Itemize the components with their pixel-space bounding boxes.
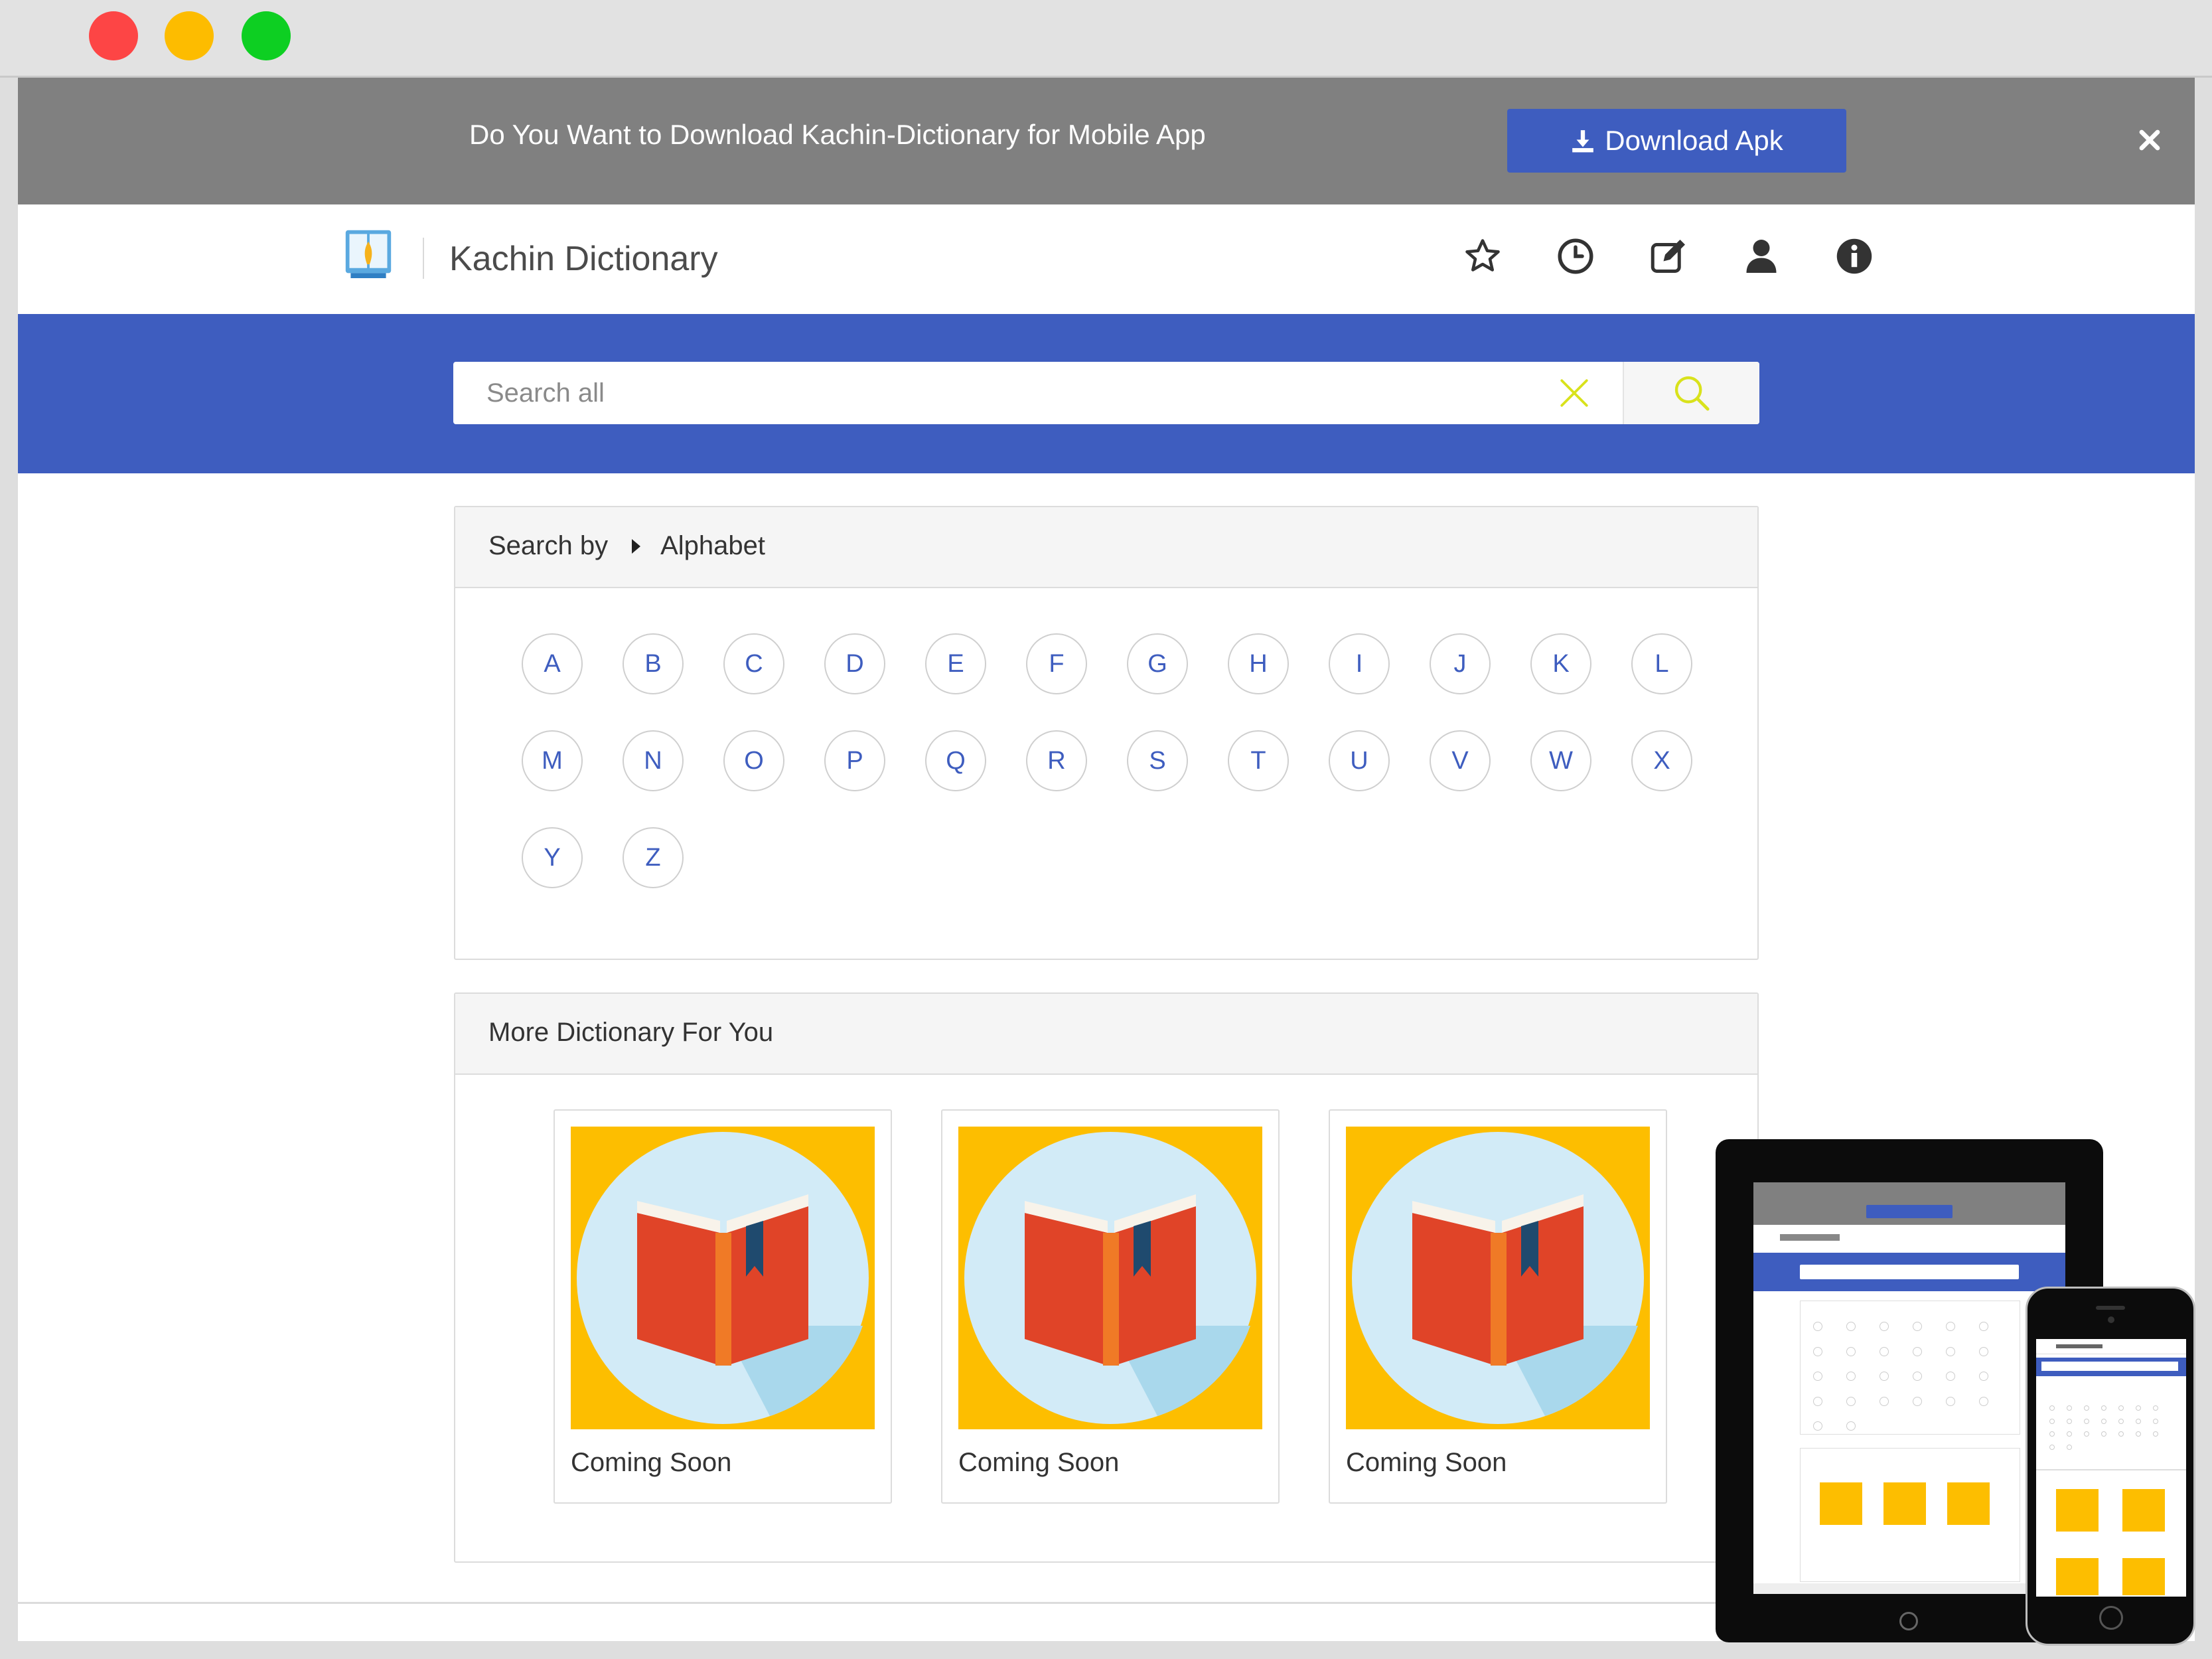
download-banner: Do You Want to Download Kachin-Dictionar…: [18, 78, 2195, 204]
edit-icon: [1651, 240, 1685, 273]
card-label: Coming Soon: [958, 1448, 1120, 1477]
letter-r-button[interactable]: R: [1026, 730, 1087, 791]
letter-n-button[interactable]: N: [623, 730, 684, 791]
letter-a-button[interactable]: A: [522, 633, 583, 694]
dictionary-card[interactable]: Coming Soon: [553, 1109, 892, 1504]
card-label: Coming Soon: [1346, 1448, 1507, 1477]
card-image[interactable]: [571, 1127, 875, 1429]
banner-message: Do You Want to Download Kachin-Dictionar…: [469, 119, 1206, 150]
breadcrumb-current: Alphabet: [660, 531, 766, 560]
more-dictionary-header: More Dictionary For You: [455, 994, 1757, 1075]
book-illustration-icon: [1346, 1127, 1650, 1429]
letter-l-button[interactable]: L: [1631, 633, 1692, 694]
window-maximize-control[interactable]: [242, 11, 291, 60]
alphabet-panel-header: Search by Alphabet: [455, 507, 1757, 588]
letter-e-button[interactable]: E: [925, 633, 986, 694]
letter-p-button[interactable]: P: [824, 730, 885, 791]
info-icon: [1836, 238, 1872, 274]
close-banner-icon[interactable]: [2134, 124, 2166, 156]
dictionary-card[interactable]: Coming Soon: [941, 1109, 1280, 1504]
letter-o-button[interactable]: O: [723, 730, 784, 791]
letter-k-button[interactable]: K: [1530, 633, 1591, 694]
edit-button[interactable]: [1649, 236, 1688, 276]
letter-g-button[interactable]: G: [1127, 633, 1188, 694]
account-button[interactable]: [1741, 236, 1781, 276]
letter-z-button[interactable]: Z: [623, 827, 684, 888]
letter-v-button[interactable]: V: [1430, 730, 1491, 791]
tablet-home-button: [1899, 1612, 1918, 1630]
letter-m-button[interactable]: M: [522, 730, 583, 791]
phone-screen-preview: [2036, 1339, 2186, 1597]
window-close-control[interactable]: [89, 11, 138, 60]
phone-mockup: [2026, 1287, 2195, 1646]
user-icon: [1746, 240, 1777, 273]
letter-w-button[interactable]: W: [1530, 730, 1591, 791]
tablet-screen-preview: [1753, 1182, 2065, 1594]
book-illustration-icon: [571, 1127, 875, 1429]
search-button[interactable]: [1624, 362, 1759, 424]
letter-u-button[interactable]: U: [1329, 730, 1390, 791]
letter-q-button[interactable]: Q: [925, 730, 986, 791]
download-apk-button[interactable]: Download Apk: [1507, 109, 1846, 173]
dictionary-card[interactable]: Coming Soon: [1329, 1109, 1667, 1504]
search-by-label: Search by: [488, 531, 609, 560]
phone-home-button: [2099, 1606, 2123, 1630]
letter-t-button[interactable]: T: [1228, 730, 1289, 791]
search-icon: [1674, 376, 1710, 411]
book-illustration-icon: [958, 1127, 1262, 1429]
letter-x-button[interactable]: X: [1631, 730, 1692, 791]
letter-c-button[interactable]: C: [723, 633, 784, 694]
phone-camera: [2108, 1316, 2114, 1323]
letter-s-button[interactable]: S: [1127, 730, 1188, 791]
clock-icon: [1558, 238, 1593, 274]
star-icon: [1465, 239, 1500, 272]
phone-speaker: [2096, 1306, 2125, 1310]
site-title[interactable]: Kachin Dictionary: [449, 239, 718, 279]
letter-d-button[interactable]: D: [824, 633, 885, 694]
breadcrumb: Search by Alphabet: [488, 531, 765, 561]
favorites-button[interactable]: [1463, 236, 1503, 276]
search-section: [18, 314, 2195, 473]
alphabet-panel: Search by Alphabet ABCDEFGHIJKL MNOPQRSTU…: [454, 506, 1759, 960]
more-dictionary-title: More Dictionary For You: [488, 1018, 774, 1047]
about-button[interactable]: [1834, 236, 1874, 276]
caret-right-icon: [632, 538, 641, 554]
letter-h-button[interactable]: H: [1228, 633, 1289, 694]
card-label: Coming Soon: [571, 1448, 732, 1477]
window-minimize-control[interactable]: [165, 11, 214, 60]
letter-i-button[interactable]: I: [1329, 633, 1390, 694]
download-icon: [1572, 130, 1594, 153]
card-image[interactable]: [958, 1127, 1262, 1429]
letter-y-button[interactable]: Y: [522, 827, 583, 888]
window-chrome: [0, 0, 2212, 78]
header-divider: [423, 238, 424, 279]
letter-b-button[interactable]: B: [623, 633, 684, 694]
dictionary-logo-icon[interactable]: [343, 226, 394, 279]
letter-f-button[interactable]: F: [1026, 633, 1087, 694]
letter-j-button[interactable]: J: [1430, 633, 1491, 694]
download-apk-label: Download Apk: [1605, 125, 1783, 156]
card-image[interactable]: [1346, 1127, 1650, 1429]
site-header: Kachin Dictionary: [18, 204, 2195, 314]
search-input[interactable]: [453, 362, 1608, 424]
more-dictionary-panel: More Dictionary For You Coming Soon Comi…: [454, 992, 1759, 1563]
history-button[interactable]: [1556, 236, 1595, 276]
search-box: [453, 362, 1759, 424]
clear-search-icon[interactable]: [1558, 376, 1591, 410]
